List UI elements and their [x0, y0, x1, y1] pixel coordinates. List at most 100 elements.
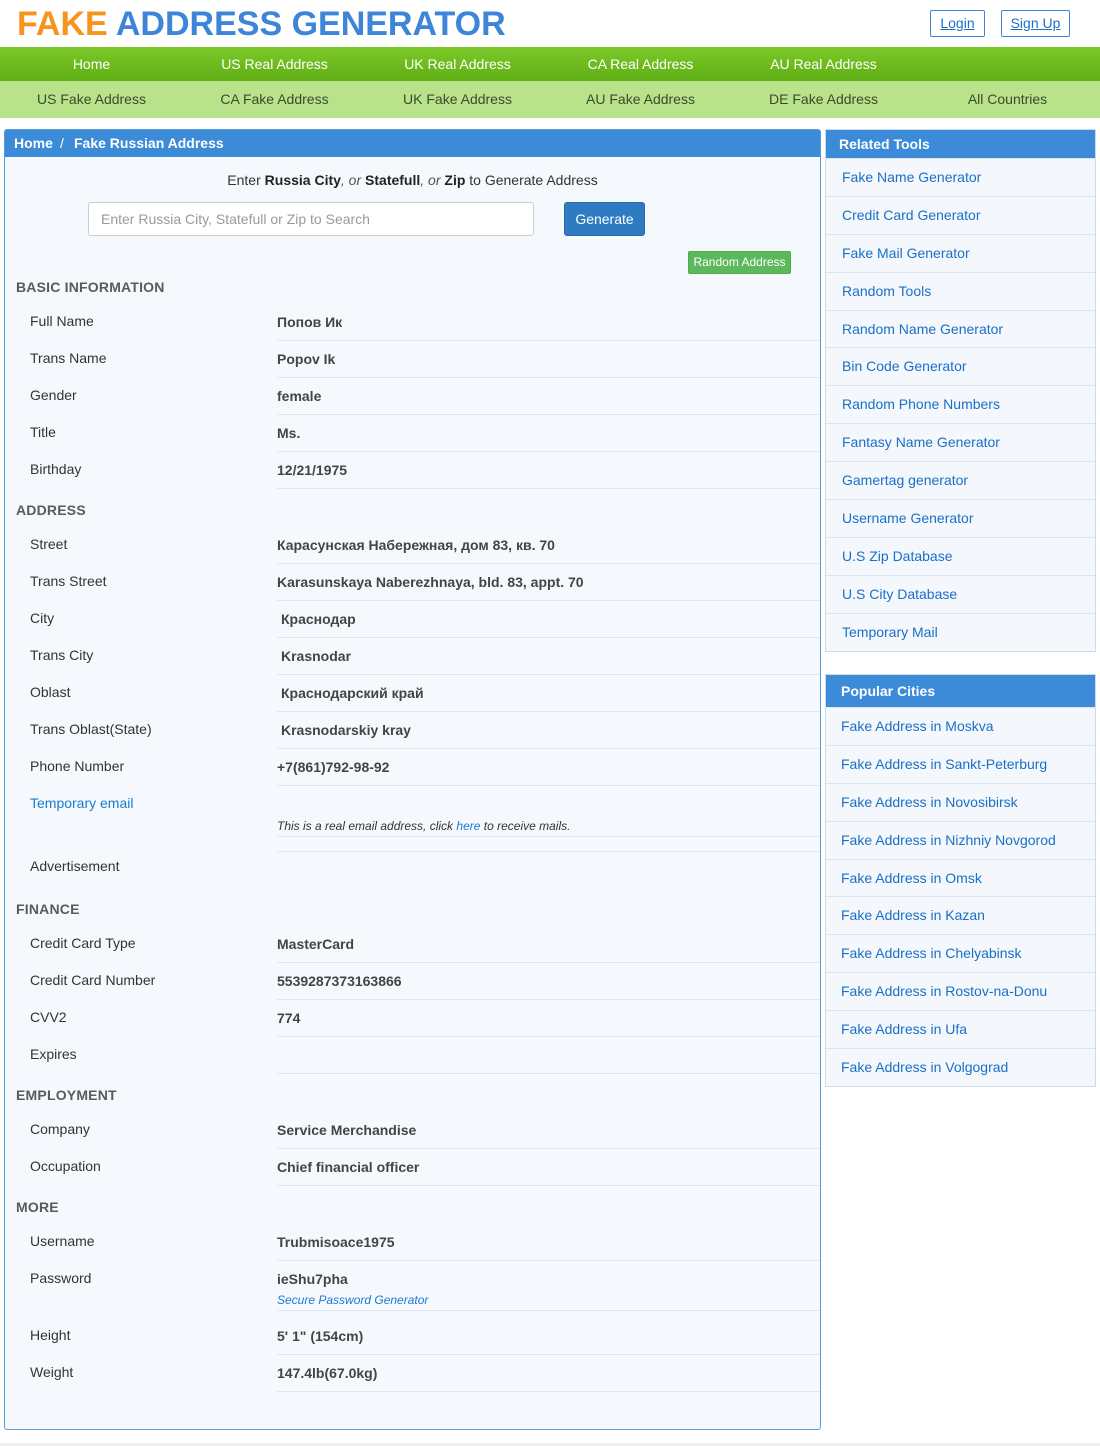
city-link-omsk[interactable]: Fake Address in Omsk: [826, 858, 1095, 897]
secondary-nav: US Fake Address CA Fake Address UK Fake …: [0, 81, 1100, 118]
nav-ca-real-address[interactable]: CA Real Address: [549, 47, 732, 81]
city-link-chelyabinsk[interactable]: Fake Address in Chelyabinsk: [826, 934, 1095, 972]
sidebar-item-bin-code-generator[interactable]: Bin Code Generator: [826, 347, 1095, 385]
value-credit-card-number: 5539287373163866: [277, 972, 820, 1000]
value-occupation: Chief financial officer: [277, 1158, 820, 1186]
row-birthday: Birthday 12/21/1975: [5, 461, 820, 498]
sidebar-item-username-generator[interactable]: Username Generator: [826, 499, 1095, 537]
nav-all-countries[interactable]: All Countries: [916, 81, 1099, 118]
value-trans-oblast: Krasnodarskiy kray: [277, 721, 820, 749]
logo-word-fake: FAKE: [17, 5, 108, 43]
search-input[interactable]: [88, 202, 534, 236]
nav-home[interactable]: Home: [0, 47, 183, 81]
sidebar-item-temporary-mail[interactable]: Temporary Mail: [826, 612, 1095, 651]
label-credit-card-number: Credit Card Number: [30, 972, 156, 988]
value-company: Service Merchandise: [277, 1121, 820, 1149]
city-link-nizhniy-novgorod[interactable]: Fake Address in Nizhniy Novgorod: [826, 820, 1095, 859]
row-phone-number: Phone Number +7(861)792-98-92: [5, 758, 820, 795]
value-trans-street: Karasunskaya Naberezhnaya, bld. 83, appt…: [277, 573, 820, 601]
value-cvv2: 774: [277, 1009, 820, 1037]
section-basic-information: BASIC INFORMATION: [16, 279, 165, 295]
row-expires: Expires: [5, 1046, 820, 1083]
nav-au-real-address[interactable]: AU Real Address: [732, 47, 915, 81]
value-trans-city: Krasnodar: [277, 647, 820, 675]
value-expires: [277, 1046, 820, 1074]
city-link-volgograd[interactable]: Fake Address in Volgograd: [826, 1048, 1095, 1086]
hint-or-1: , or: [340, 172, 362, 188]
row-cvv2: CVV2 774: [5, 1009, 820, 1046]
random-address-button[interactable]: Random Address: [688, 251, 791, 274]
row-advertisement: Advertisement: [5, 858, 820, 895]
temporary-email-note: This is a real email address, click here…: [277, 819, 570, 833]
nav-uk-real-address[interactable]: UK Real Address: [366, 47, 549, 81]
row-gender: Gender female: [5, 387, 820, 424]
nav-au-fake-address[interactable]: AU Fake Address: [549, 81, 732, 118]
label-phone-number: Phone Number: [30, 758, 125, 774]
city-link-rostov-na-donu[interactable]: Fake Address in Rostov-na-Donu: [826, 972, 1095, 1010]
label-weight: Weight: [30, 1364, 74, 1380]
city-link-novosibirsk[interactable]: Fake Address in Novosibirsk: [826, 782, 1095, 821]
row-trans-street: Trans Street Karasunskaya Naberezhnaya, …: [5, 573, 820, 610]
label-street: Street: [30, 536, 68, 552]
login-button[interactable]: Login: [930, 10, 985, 37]
label-password: Password: [30, 1270, 92, 1286]
value-height: 5' 1" (154cm): [277, 1327, 820, 1355]
row-oblast: Oblast Краснодарский край: [5, 684, 820, 721]
note-pre: This is a real email address, click: [277, 819, 454, 833]
nav-us-fake-address[interactable]: US Fake Address: [0, 81, 183, 118]
row-trans-name: Trans Name Popov Ik: [5, 350, 820, 387]
breadcrumb-separator: /: [60, 135, 64, 151]
label-occupation: Occupation: [30, 1158, 101, 1174]
hint-or-2: , or: [420, 172, 441, 188]
hint-end: to Generate Address: [469, 172, 598, 188]
receive-mails-here-link[interactable]: here: [456, 819, 480, 833]
value-gender: female: [277, 387, 820, 415]
value-trans-name: Popov Ik: [277, 350, 820, 378]
sidebar-item-random-name-generator[interactable]: Random Name Generator: [826, 309, 1095, 348]
sidebar-item-random-tools[interactable]: Random Tools: [826, 271, 1095, 310]
row-street: Street Карасунская Набережная, дом 83, к…: [5, 536, 820, 573]
nav-de-fake-address[interactable]: DE Fake Address: [732, 81, 915, 118]
nav-us-real-address[interactable]: US Real Address: [183, 47, 366, 81]
label-trans-street: Trans Street: [30, 573, 107, 589]
sidebar-item-credit-card-generator[interactable]: Credit Card Generator: [826, 195, 1095, 234]
value-title: Ms.: [277, 424, 820, 452]
label-gender: Gender: [30, 387, 77, 403]
city-link-sankt-peterburg[interactable]: Fake Address in Sankt-Peterburg: [826, 744, 1095, 783]
city-link-kazan[interactable]: Fake Address in Kazan: [826, 896, 1095, 934]
row-weight: Weight 147.4lb(67.0kg): [5, 1364, 820, 1401]
sidebar-item-fantasy-name-generator[interactable]: Fantasy Name Generator: [826, 423, 1095, 461]
section-address: ADDRESS: [16, 502, 86, 518]
value-username: Trubmisoace1975: [277, 1233, 820, 1261]
sidebar-item-random-phone-numbers[interactable]: Random Phone Numbers: [826, 385, 1095, 423]
row-trans-oblast: Trans Oblast(State) Krasnodarskiy kray: [5, 721, 820, 758]
label-expires: Expires: [30, 1046, 77, 1062]
row-height: Height 5' 1" (154cm): [5, 1327, 820, 1364]
nav-uk-fake-address[interactable]: UK Fake Address: [366, 81, 549, 118]
nav-ca-fake-address[interactable]: CA Fake Address: [183, 81, 366, 118]
site-logo[interactable]: FAKE ADDRESS GENERATOR: [17, 4, 506, 44]
sidebar-item-us-city-database[interactable]: U.S City Database: [826, 574, 1095, 613]
value-birthday: 12/21/1975: [277, 461, 820, 489]
temporary-email-link[interactable]: Temporary email: [30, 795, 133, 811]
generate-button[interactable]: Generate: [564, 202, 645, 236]
sidebar-item-us-zip-database[interactable]: U.S Zip Database: [826, 536, 1095, 575]
sidebar-item-gamertag-generator[interactable]: Gamertag generator: [826, 461, 1095, 499]
secure-password-generator-link[interactable]: Secure Password Generator: [277, 1293, 428, 1307]
signup-button[interactable]: Sign Up: [1001, 10, 1070, 37]
section-employment: EMPLOYMENT: [16, 1087, 117, 1103]
city-link-ufa[interactable]: Fake Address in Ufa: [826, 1010, 1095, 1048]
value-phone-number: +7(861)792-98-92: [277, 758, 820, 786]
section-more: MORE: [16, 1199, 59, 1215]
label-company: Company: [30, 1121, 90, 1137]
label-title: Title: [30, 424, 56, 440]
label-trans-oblast: Trans Oblast(State): [30, 721, 152, 737]
city-link-moskva[interactable]: Fake Address in Moskva: [826, 707, 1095, 745]
search-hint: Enter Russia City, or Statefull, or Zip …: [5, 172, 820, 188]
sidebar-item-fake-name-generator[interactable]: Fake Name Generator: [826, 158, 1095, 196]
breadcrumb-home[interactable]: Home: [14, 130, 53, 157]
sidebar-item-fake-mail-generator[interactable]: Fake Mail Generator: [826, 233, 1095, 272]
label-trans-name: Trans Name: [30, 350, 107, 366]
hint-city: Russia City: [264, 172, 341, 188]
breadcrumb-current: Fake Russian Address: [74, 135, 224, 151]
